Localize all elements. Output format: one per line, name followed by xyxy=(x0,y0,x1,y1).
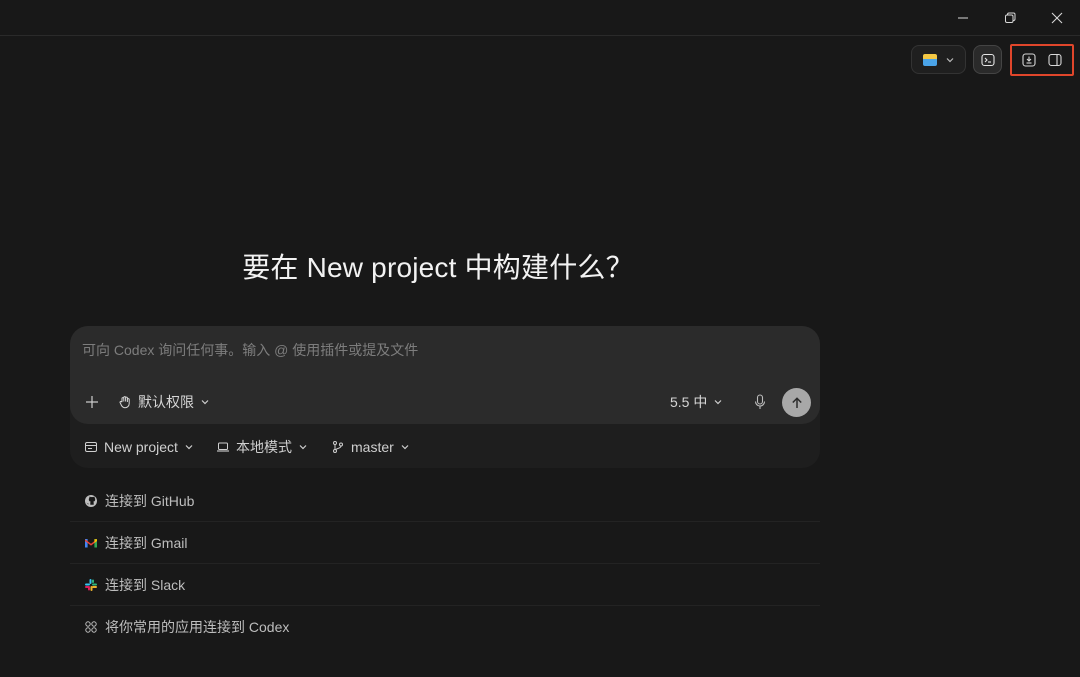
panel-toggle-group xyxy=(1010,44,1074,76)
slack-icon xyxy=(85,578,97,591)
plus-icon xyxy=(86,396,98,408)
mode-label: 本地模式 xyxy=(236,439,292,455)
add-attachment-button[interactable] xyxy=(82,392,102,412)
open-in-app-button[interactable] xyxy=(911,45,966,74)
permission-selector[interactable]: 默认权限 xyxy=(118,391,210,413)
connector-more-apps[interactable]: 将你常用的应用连接到 Codex xyxy=(70,606,820,648)
project-icon xyxy=(85,442,97,452)
gmail-icon xyxy=(85,538,97,547)
chevron-down-icon xyxy=(185,445,193,450)
connector-label: 连接到 Gmail xyxy=(105,534,188,551)
close-icon xyxy=(1051,12,1063,24)
connector-github[interactable]: 连接到 GitHub xyxy=(70,480,820,522)
git-branch-icon xyxy=(333,441,343,453)
apps-icon xyxy=(85,621,97,633)
branch-label: master xyxy=(351,439,394,455)
restore-icon xyxy=(1005,12,1016,23)
microphone-icon xyxy=(754,394,766,409)
minimize-icon xyxy=(958,17,968,19)
voice-input-button[interactable] xyxy=(751,392,769,412)
terminal-icon xyxy=(980,53,995,66)
chevron-down-icon xyxy=(201,400,209,405)
model-label: 5.5 中 xyxy=(670,394,708,410)
download-panel-button[interactable] xyxy=(1018,49,1040,71)
connector-label: 将你常用的应用连接到 Codex xyxy=(105,619,290,635)
connector-label: 连接到 Slack xyxy=(105,576,186,593)
title-bar xyxy=(0,0,1080,36)
restore-button[interactable] xyxy=(987,0,1033,36)
minimize-button[interactable] xyxy=(940,0,986,36)
project-selector[interactable]: New project xyxy=(84,437,194,457)
sidebar-toggle-button[interactable] xyxy=(1044,49,1066,71)
app-window: 要在 New project 中构建什么？ 默认权限 5.5 中 New pro… xyxy=(0,0,1080,677)
send-button[interactable] xyxy=(782,388,811,417)
prompt-input[interactable] xyxy=(82,340,782,360)
connector-list: 连接到 GitHub 连接到 Gmail 连接到 Slack 将你常用的应用连接… xyxy=(70,480,820,648)
permission-label: 默认权限 xyxy=(138,394,194,410)
folder-app-icon xyxy=(922,53,937,66)
mode-selector[interactable]: 本地模式 xyxy=(216,437,308,457)
branch-selector[interactable]: master xyxy=(331,437,410,457)
connector-gmail[interactable]: 连接到 Gmail xyxy=(70,522,820,564)
project-label: New project xyxy=(104,439,178,455)
arrow-up-icon xyxy=(791,396,802,408)
chevron-down-icon xyxy=(401,445,409,450)
chevron-down-icon xyxy=(299,445,307,450)
chevron-down-icon xyxy=(714,400,722,405)
page-title: 要在 New project 中构建什么？ xyxy=(242,252,634,283)
hand-icon xyxy=(119,396,130,409)
terminal-button[interactable] xyxy=(973,45,1002,74)
sidebar-toggle-icon xyxy=(1048,53,1062,67)
laptop-icon xyxy=(217,442,229,452)
connector-label: 连接到 GitHub xyxy=(105,492,195,509)
download-panel-icon xyxy=(1022,53,1036,67)
chevron-down-icon xyxy=(946,57,953,62)
model-selector[interactable]: 5.5 中 xyxy=(670,391,723,413)
close-button[interactable] xyxy=(1034,0,1080,36)
github-icon xyxy=(85,494,97,507)
connector-slack[interactable]: 连接到 Slack xyxy=(70,564,820,606)
